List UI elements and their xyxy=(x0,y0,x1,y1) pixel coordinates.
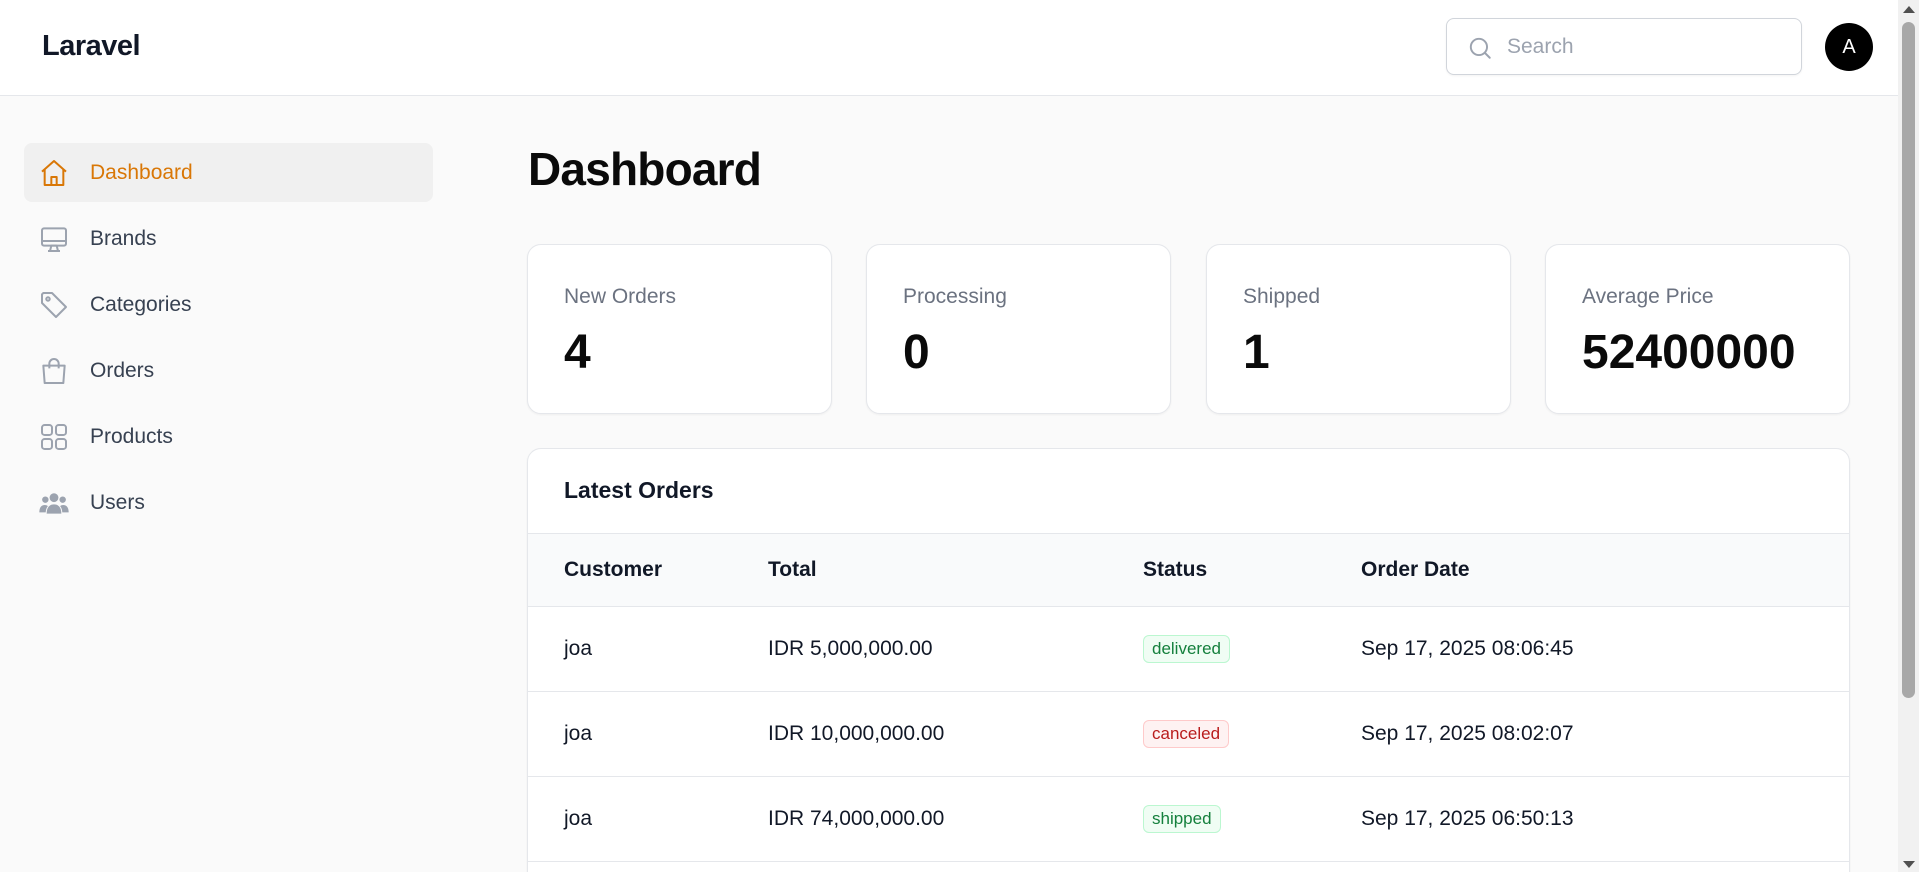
brand-logo[interactable]: Laravel xyxy=(42,30,141,63)
cell-order-date: Sep 17, 2025 08:02:07 xyxy=(1361,722,1574,745)
user-avatar[interactable]: A xyxy=(1825,23,1873,71)
stat-card-processing: Processing 0 xyxy=(866,244,1171,414)
page-title: Dashboard xyxy=(528,143,762,195)
table-row[interactable]: joa IDR 5,000,000.00 delivered Sep 17, 2… xyxy=(528,607,1849,692)
cell-total: IDR 5,000,000.00 xyxy=(768,637,933,660)
sidebar-item-label: Dashboard xyxy=(90,160,193,184)
status-badge: canceled xyxy=(1143,720,1230,748)
stat-label: Average Price xyxy=(1582,285,1714,308)
cell-order-date: Sep 17, 2025 08:06:45 xyxy=(1361,637,1574,660)
stat-card-new-orders: New Orders 4 xyxy=(527,244,832,414)
sidebar-item-users[interactable]: Users xyxy=(24,473,433,532)
sidebar-item-label: Orders xyxy=(90,358,155,382)
cell-customer: joa xyxy=(564,722,593,745)
status-badge: delivered xyxy=(1143,635,1230,663)
cell-status: canceled xyxy=(1143,692,1361,777)
cell-order-date: Sep 17, 2025 06:50:13 xyxy=(1361,807,1574,830)
cell-status: delivered xyxy=(1143,607,1361,692)
cell-customer: joa xyxy=(564,637,593,660)
stat-value: 52400000 xyxy=(1582,326,1796,379)
users-icon xyxy=(38,487,70,519)
grid-icon xyxy=(38,421,70,453)
column-header-order-date[interactable]: Order Date xyxy=(1361,534,1849,607)
tag-icon xyxy=(38,289,70,321)
page-scrollbar[interactable] xyxy=(1898,0,1919,872)
table-header-row: Customer Total Status Order Date xyxy=(528,533,1849,607)
sidebar-item-dashboard[interactable]: Dashboard xyxy=(24,143,433,202)
cell-status: shipped xyxy=(1143,777,1361,862)
top-bar: Laravel A xyxy=(0,0,1898,96)
stat-value: 0 xyxy=(903,326,930,379)
stat-value: 1 xyxy=(1243,326,1270,379)
scroll-down-arrow[interactable] xyxy=(1903,861,1915,868)
stat-label: Processing xyxy=(903,285,1007,308)
stat-card-average-price: Average Price 52400000 xyxy=(1545,244,1850,414)
sidebar-item-label: Users xyxy=(90,490,145,514)
sidebar-item-label: Products xyxy=(90,424,173,448)
latest-orders-heading: Latest Orders xyxy=(564,477,714,503)
stat-label: New Orders xyxy=(564,285,677,308)
search-icon xyxy=(1467,35,1493,61)
column-header-customer[interactable]: Customer xyxy=(528,534,768,607)
sidebar-item-orders[interactable]: Orders xyxy=(24,341,433,400)
sidebar-nav: Dashboard Brands Categories Orders Produ… xyxy=(24,143,433,539)
scrollbar-thumb[interactable] xyxy=(1902,22,1915,698)
sidebar-item-products[interactable]: Products xyxy=(24,407,433,466)
sidebar-item-label: Brands xyxy=(90,226,157,250)
cell-customer: joa xyxy=(564,807,593,830)
scroll-up-arrow[interactable] xyxy=(1903,6,1915,13)
cell-total: IDR 10,000,000.00 xyxy=(768,722,945,745)
orders-table: Customer Total Status Order Date joa IDR… xyxy=(528,533,1849,862)
stat-card-shipped: Shipped 1 xyxy=(1206,244,1511,414)
cell-total: IDR 74,000,000.00 xyxy=(768,807,945,830)
shopping-bag-icon xyxy=(38,355,70,387)
stat-value: 4 xyxy=(564,326,591,379)
sidebar-item-categories[interactable]: Categories xyxy=(24,275,433,334)
table-row[interactable]: joa IDR 10,000,000.00 canceled Sep 17, 2… xyxy=(528,692,1849,777)
latest-orders-card: Latest Orders Customer Total Status Orde… xyxy=(527,448,1850,872)
table-row[interactable]: joa IDR 74,000,000.00 shipped Sep 17, 20… xyxy=(528,777,1849,862)
search-input[interactable] xyxy=(1507,19,1787,74)
sidebar-item-brands[interactable]: Brands xyxy=(24,209,433,268)
column-header-status[interactable]: Status xyxy=(1143,534,1361,607)
search-box[interactable] xyxy=(1446,18,1802,75)
sidebar-item-label: Categories xyxy=(90,292,192,316)
column-header-total[interactable]: Total xyxy=(768,534,1143,607)
status-badge: shipped xyxy=(1143,805,1221,833)
monitor-icon xyxy=(38,223,70,255)
home-icon xyxy=(38,157,70,189)
stat-label: Shipped xyxy=(1243,285,1321,308)
